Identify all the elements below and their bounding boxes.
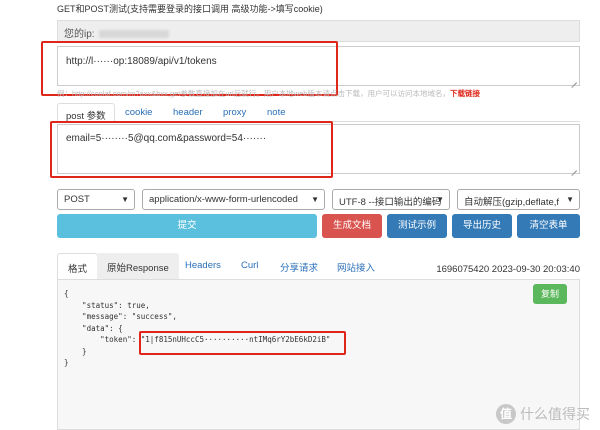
ip-value-redacted <box>98 30 169 39</box>
tab-format[interactable]: 格式 <box>57 253 99 279</box>
method-select[interactable]: POST ▼ <box>57 189 135 210</box>
chevron-down-icon: ▼ <box>311 195 319 204</box>
copy-button[interactable]: 复制 <box>533 284 567 304</box>
ip-display: 您的ip: <box>57 20 580 42</box>
json-line: { <box>64 289 69 298</box>
json-line-token: "token": "1|f815nUHccC5··········ntIMq6r… <box>64 335 331 344</box>
request-tabs: post 参数 cookie header proxy note <box>57 103 580 122</box>
tab-curl[interactable]: Curl <box>231 253 268 279</box>
tab-post-params[interactable]: post 参数 <box>57 103 115 122</box>
tab-raw-response[interactable]: 原始Response <box>97 253 179 279</box>
post-body-input[interactable]: email=5········5@qq.com&password=54·····… <box>57 124 580 174</box>
export-history-button[interactable]: 导出历史 <box>452 214 512 238</box>
generate-doc-button[interactable]: 生成文档 <box>322 214 382 238</box>
method-select-value: POST <box>64 194 90 205</box>
resize-grip-icon[interactable] <box>570 164 578 172</box>
chevron-down-icon: ▼ <box>436 195 444 204</box>
chevron-down-icon: ▼ <box>121 195 129 204</box>
content-type-value: application/x-www-form-urlencoded <box>149 194 298 205</box>
tab-headers[interactable]: Headers <box>175 253 231 279</box>
submit-button[interactable]: 提交 <box>57 214 317 238</box>
watermark-text: 什么值得买 <box>520 406 590 422</box>
json-line: } <box>64 358 69 367</box>
post-body-value: email=5········5@qq.com&password=54·····… <box>66 133 267 144</box>
content-type-select[interactable]: application/x-www-form-urlencoded ▼ <box>142 189 325 210</box>
tab-note[interactable]: note <box>259 103 294 122</box>
response-timestamp: 1696075420 2023-09-30 20:03:40 <box>436 264 580 275</box>
url-hint-text: 例：http://coolaf.com/m?axx&bxx,get参数直接加在u… <box>57 89 450 98</box>
response-tabs: 格式 原始Response Headers Curl 分享请求 网站接入 169… <box>57 250 580 279</box>
json-line: "message": "success", <box>64 312 177 321</box>
url-input[interactable]: http://l······op:18089/api/v1/tokens <box>57 46 580 86</box>
tab-site-integration[interactable]: 网站接入 <box>327 253 385 279</box>
response-json: { "status": true, "message": "success", … <box>64 288 330 369</box>
download-link[interactable]: 下载链接 <box>450 89 480 98</box>
tab-header[interactable]: header <box>165 103 211 122</box>
smzdm-logo-icon: 值 <box>496 404 516 424</box>
ip-label: 您的ip: <box>64 29 95 40</box>
test-example-button[interactable]: 测试示例 <box>387 214 447 238</box>
tab-share-request[interactable]: 分享请求 <box>270 253 328 279</box>
decompress-value: 自动解压(gzip,deflate,f <box>464 197 560 208</box>
page-title: GET和POST测试(支持需要登录的接口调用 高级功能->填写cookie) <box>57 4 323 14</box>
chevron-down-icon: ▼ <box>566 195 574 204</box>
tab-cookie[interactable]: cookie <box>117 103 160 122</box>
clear-form-button[interactable]: 清空表单 <box>517 214 580 238</box>
charset-value: UTF-8 --接口输出的编码 <box>339 197 442 208</box>
resize-grip-icon[interactable] <box>570 76 578 84</box>
json-line: "data": { <box>64 323 123 333</box>
url-hint: 例：http://coolaf.com/m?axx&bxx,get参数直接加在u… <box>57 88 480 99</box>
charset-select[interactable]: UTF-8 --接口输出的编码 ▼ <box>332 189 450 210</box>
json-line: "status": true, <box>64 300 150 310</box>
tab-proxy[interactable]: proxy <box>215 103 254 122</box>
url-input-value: http://l······op:18089/api/v1/tokens <box>66 56 217 67</box>
watermark: 值 什么值得买 <box>496 404 590 424</box>
json-line: } <box>64 346 87 356</box>
decompress-select[interactable]: 自动解压(gzip,deflate,f ▼ <box>457 189 580 210</box>
